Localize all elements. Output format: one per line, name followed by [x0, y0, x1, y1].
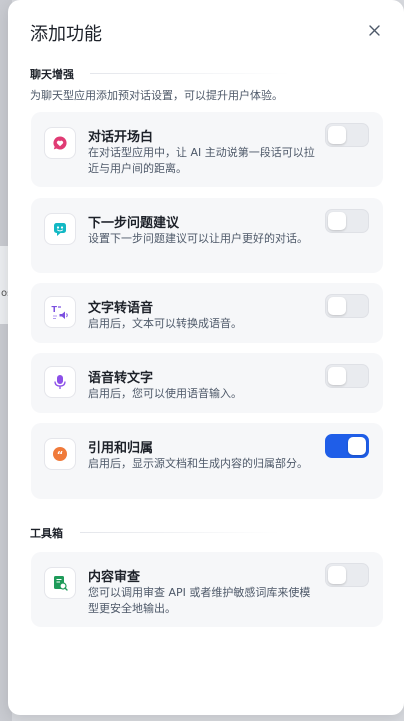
feature-icon-box	[44, 213, 76, 245]
toggle-knob	[328, 126, 346, 144]
section-title-toolbox: 工具箱	[30, 527, 63, 540]
feature-desc: 设置下一步问题建议可以让用户更好的对话。	[88, 232, 308, 245]
feature-icon-box	[44, 366, 76, 398]
feature-toggle[interactable]	[325, 364, 369, 388]
toggle-knob	[328, 212, 346, 230]
toggle-knob	[328, 297, 346, 315]
toggle-knob	[328, 367, 346, 385]
panel-title: 添加功能	[30, 24, 102, 45]
feature-card-stt: 语音转文字 启用后，您可以使用语音输入。	[31, 353, 383, 413]
feature-title: 对话开场白	[88, 130, 154, 145]
svg-text:“: “	[57, 450, 64, 461]
feature-card-opening: 对话开场白 在对话型应用中，让 AI 主动说第一段话可以拉近与用户间的距离。	[31, 112, 383, 187]
feature-desc: 启用后，显示源文档和生成内容的归属部分。	[88, 457, 308, 470]
feature-card-tts: T 文字转语音 启用后，文本可以转换成语音。	[31, 283, 383, 343]
section-divider	[90, 73, 290, 74]
feature-toggle[interactable]	[325, 294, 369, 318]
feature-icon-box: “	[44, 438, 76, 470]
close-button[interactable]	[364, 20, 384, 40]
svg-text:T: T	[52, 305, 58, 314]
section-title-chat: 聊天增强	[30, 68, 74, 81]
toolbox-card-moderation: 内容审查 您可以调用审查 API 或者维护敏感词库来使模型更安全地输出。	[31, 552, 383, 627]
feature-toggle[interactable]	[325, 123, 369, 147]
text-to-speech-icon: T	[52, 305, 68, 319]
moderation-icon	[54, 576, 68, 591]
feature-toggle[interactable]	[325, 209, 369, 233]
section-divider	[80, 532, 280, 533]
feature-title: 语音转文字	[88, 371, 154, 386]
feature-title: 下一步问题建议	[88, 216, 180, 231]
feature-icon-box	[44, 127, 76, 159]
feature-title: 内容审查	[88, 570, 141, 585]
feature-card-suggestions: 下一步问题建议 设置下一步问题建议可以让用户更好的对话。	[31, 198, 383, 273]
feature-icon-box: T	[44, 296, 76, 328]
feature-desc: 启用后，文本可以转换成语音。	[88, 317, 242, 330]
feature-toggle[interactable]	[325, 563, 369, 587]
section-desc-chat: 为聊天型应用添加预对话设置，可以提升用户体验。	[30, 89, 283, 102]
close-icon	[368, 24, 380, 36]
feature-icon-box	[44, 567, 76, 599]
feature-title: 文字转语音	[88, 301, 154, 316]
add-feature-panel: 添加功能 聊天增强 为聊天型应用添加预对话设置，可以提升用户体验。 对话开场白 …	[8, 0, 404, 715]
toggle-knob	[328, 566, 346, 584]
microphone-icon	[54, 375, 66, 389]
feature-desc: 您可以调用审查 API 或者维护敏感词库来使模型更安全地输出。	[88, 586, 311, 615]
feature-title: 引用和归属	[88, 441, 154, 456]
suggestion-bot-icon	[54, 223, 66, 236]
feature-desc: 在对话型应用中，让 AI 主动说第一段话可以拉近与用户间的距离。	[88, 146, 315, 175]
chat-heart-icon	[53, 136, 67, 150]
feature-desc: 启用后，您可以使用语音输入。	[88, 387, 242, 400]
feature-card-citations: “ 引用和归属 启用后，显示源文档和生成内容的归属部分。	[31, 423, 383, 499]
quote-icon: “	[53, 447, 67, 461]
feature-toggle[interactable]	[325, 434, 369, 458]
toggle-knob	[348, 437, 366, 455]
